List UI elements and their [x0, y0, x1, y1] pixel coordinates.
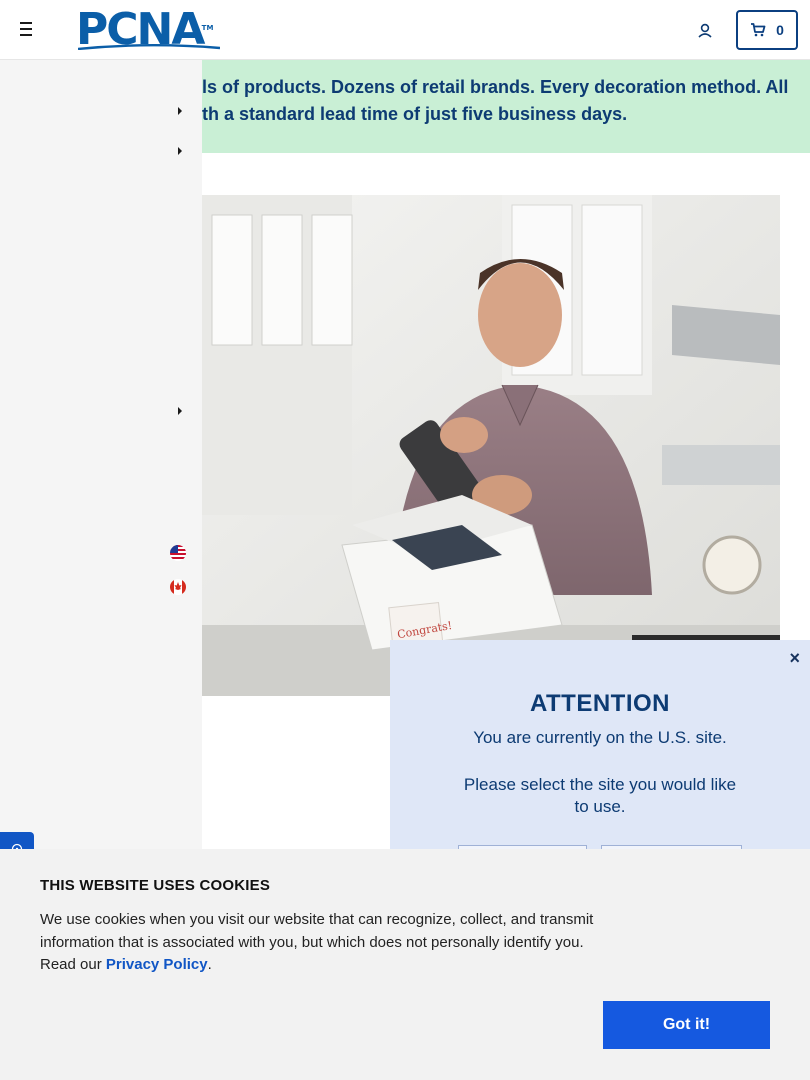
privacy-policy-link[interactable]: Privacy Policy	[106, 956, 208, 973]
cookie-banner: THIS WEBSITE USES COOKIES We use cookies…	[0, 849, 810, 1080]
canada-flag-icon[interactable]	[170, 579, 186, 595]
site-header: PCNA TM 0	[0, 0, 810, 60]
modal-prompt: Please select the site you would like to…	[463, 775, 737, 816]
page: PCNA TM 0 ls of products. Dozens of reta…	[0, 0, 810, 1080]
logo-trademark: TM	[201, 24, 214, 32]
cookie-body: We use cookies when you visit our websit…	[40, 909, 600, 977]
caret-right-icon[interactable]	[176, 106, 184, 116]
modal-close-button[interactable]: ×	[789, 648, 800, 669]
got-it-button[interactable]: Got it!	[603, 1001, 770, 1049]
cart-button[interactable]: 0	[736, 10, 798, 50]
cookie-body-tail: .	[207, 956, 212, 973]
caret-right-icon[interactable]	[176, 146, 184, 156]
hero-image: Congrats!	[202, 195, 780, 696]
logo-swoosh-icon	[78, 44, 220, 50]
menu-icon[interactable]	[20, 22, 36, 38]
cookie-title: THIS WEBSITE USES COOKIES	[40, 877, 271, 894]
cart-icon	[751, 23, 766, 37]
cart-count: 0	[776, 22, 784, 38]
us-flag-icon[interactable]	[170, 545, 186, 561]
modal-current-site: You are currently on the U.S. site.	[473, 728, 727, 747]
banner-text: ls of products. Dozens of retail brands.…	[202, 77, 789, 124]
account-icon[interactable]	[696, 22, 714, 40]
caret-right-icon[interactable]	[176, 406, 184, 416]
modal-title: ATTENTION	[529, 690, 671, 717]
pcna-logo[interactable]: PCNA TM	[76, 8, 220, 52]
